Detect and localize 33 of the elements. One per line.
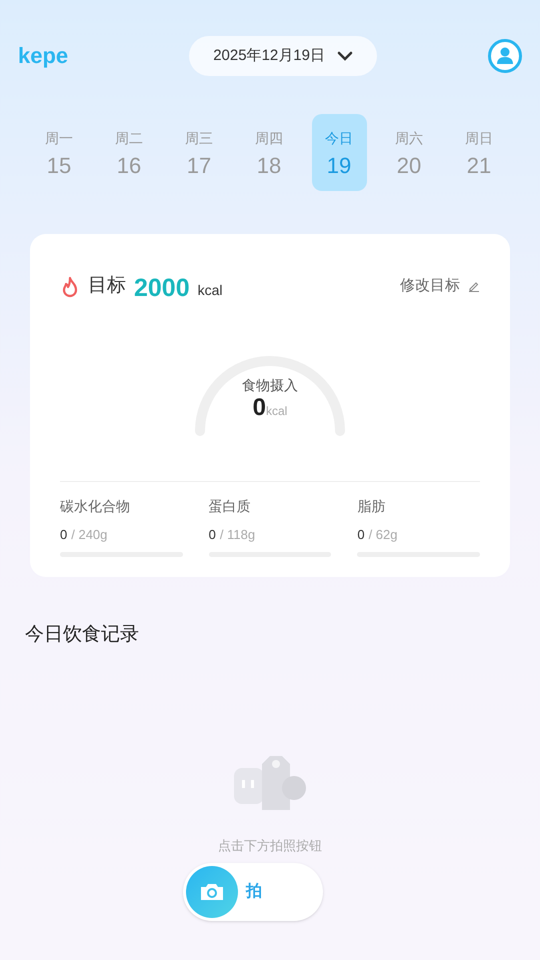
macro-target: / 240g <box>71 526 108 544</box>
goal-value: 2000 <box>134 276 190 300</box>
macro-target: / 62g <box>368 526 398 544</box>
flame-icon <box>60 276 80 298</box>
day-tab[interactable]: 周日 21 <box>452 114 506 191</box>
day-tab[interactable]: 周二 16 <box>102 114 156 191</box>
day-tab[interactable]: 今日 19 <box>312 114 366 191</box>
goal-label: 目标 <box>88 274 126 298</box>
macro-name: 蛋白质 <box>208 496 252 516</box>
camera-icon <box>186 866 238 918</box>
macro-name: 脂肪 <box>357 496 386 516</box>
edit-goal-link[interactable]: 修改目标 <box>400 275 480 298</box>
intake-value: 0 <box>252 396 266 420</box>
chevron-down-icon <box>336 51 353 61</box>
app-logo: kepe <box>18 45 68 67</box>
empty-hint: 点击下方拍照按钮 <box>218 836 322 854</box>
intake-label: 食物摄入 <box>242 376 298 394</box>
camera-button[interactable]: 拍 <box>183 863 323 921</box>
day-tab[interactable]: 周一 15 <box>32 114 86 191</box>
section-title: 今日饮食记录 <box>25 623 140 647</box>
macro-value: 0 <box>357 526 365 544</box>
macro-name: 碳水化合物 <box>60 496 131 516</box>
macro-value: 0 <box>208 526 216 544</box>
macro-value: 0 <box>60 526 68 544</box>
user-avatar-icon[interactable] <box>488 39 522 73</box>
intake-unit: kcal <box>266 402 288 420</box>
pencil-icon <box>468 280 480 292</box>
day-tab[interactable]: 周六 20 <box>382 114 436 191</box>
date-picker[interactable]: 2025年12月19日 <box>189 36 377 76</box>
macro-target: / 118g <box>220 526 256 544</box>
goal-unit: kcal <box>198 280 223 300</box>
day-tab[interactable]: 周四 18 <box>242 114 296 191</box>
day-tab[interactable]: 周三 17 <box>172 114 226 191</box>
